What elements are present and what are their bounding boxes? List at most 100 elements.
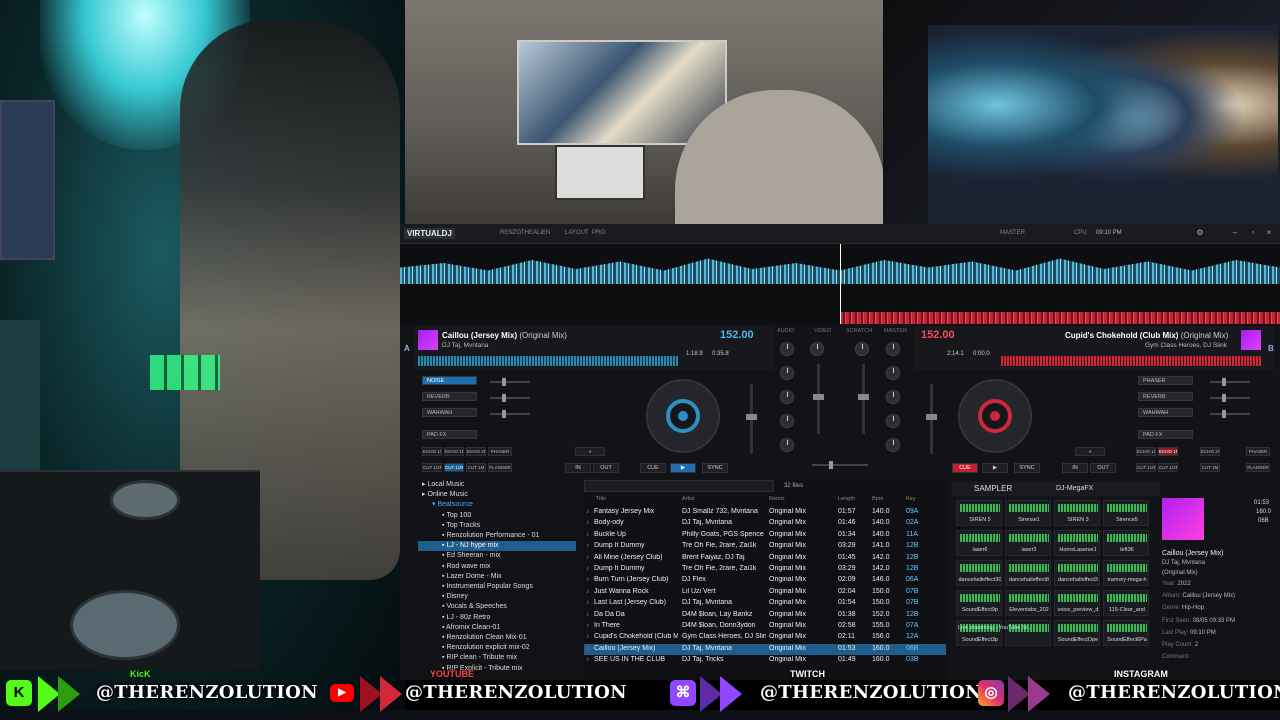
tree-item[interactable]: ▾ Beatsource xyxy=(418,500,576,510)
sampler-pad[interactable]: left36 xyxy=(1103,530,1149,556)
deck-a-cut-quarter[interactable]: CUT 1/4M xyxy=(422,463,442,472)
deck-a-pad-fx[interactable]: PAD FX xyxy=(422,430,477,439)
layout-select[interactable]: PRO xyxy=(592,230,605,236)
tree-item[interactable]: ▸ Online Music xyxy=(418,490,576,500)
tree-item[interactable]: ▪ Instrumental Popular Songs xyxy=(418,582,576,592)
user-name[interactable]: RENZOTHEALIEN xyxy=(500,230,550,236)
deck-a-fx-2[interactable]: REVERB xyxy=(422,392,477,401)
tree-item[interactable]: ▪ Lazer Dome - Mix xyxy=(418,572,576,582)
tree-item[interactable]: ▪ Renzolution explicit mix-02 xyxy=(418,643,576,653)
sampler-pad[interactable]: voice_preview_d xyxy=(1054,590,1100,616)
deck-a-phaser[interactable]: PHASER xyxy=(488,447,512,456)
deck-a-cut-1m[interactable]: CUT 1M xyxy=(466,463,486,472)
deck-b-flanger[interactable]: FLANGER xyxy=(1246,463,1270,472)
deck-a-mid-knob[interactable] xyxy=(780,390,794,404)
settings-gear-icon[interactable]: ⚙ xyxy=(1195,228,1205,238)
table-row[interactable]: ♪ Dump It Dummy Tre Oh Fie, 2rare, Zai1k Or… xyxy=(584,564,946,575)
deck-b-cut-quarter[interactable]: CUT 1/4M xyxy=(1136,463,1156,472)
deck-a-sync-button[interactable]: SYNC xyxy=(702,463,728,473)
sampler-pad[interactable]: SIREN 5 xyxy=(956,500,1002,526)
deck-a-fx-1[interactable]: NOISE xyxy=(422,376,477,385)
table-row[interactable]: ♪ All Mine (Jersey Club) Brent Faiyaz, DJ … xyxy=(584,553,946,564)
table-row[interactable]: ♪ Dump It Dummy Tre Oh Fie, 2rare, Zai1k Or… xyxy=(584,541,946,552)
main-waveform[interactable] xyxy=(400,244,1280,324)
deck-a-fx-1-slider[interactable] xyxy=(490,378,530,386)
deck-a-jogwheel[interactable] xyxy=(646,379,720,453)
sampler-pad[interactable]: HornsLaserse1 xyxy=(1054,530,1100,556)
deck-a-play-button[interactable]: ▶ xyxy=(670,463,696,473)
tree-item[interactable]: ▪ LJ - NJ hype mix xyxy=(418,541,576,552)
deck-b-cut-half[interactable]: CUT 1/2M xyxy=(1158,463,1178,472)
sampler-pad[interactable]: Sirence5 xyxy=(1103,500,1149,526)
tree-item[interactable]: ▪ LJ - 80z Retro xyxy=(418,613,576,623)
deck-b-fx-3[interactable]: WAHWAH xyxy=(1138,408,1193,417)
sampler-pad[interactable]: Sirense1 xyxy=(1005,500,1051,526)
deck-a-filter-knob[interactable] xyxy=(780,438,794,452)
master-knob-a[interactable] xyxy=(810,342,824,356)
deck-a-low-knob[interactable] xyxy=(780,414,794,428)
deck-b-fx-1[interactable]: PHASER xyxy=(1138,376,1193,385)
tab-video[interactable]: VIDEO xyxy=(814,328,831,334)
deck-b-phaser[interactable]: PHASER xyxy=(1246,447,1270,456)
sampler-pad[interactable]: SoundEffectOpe xyxy=(1054,620,1100,646)
tree-item[interactable]: ▪ Top Tracks xyxy=(418,521,576,531)
deck-a-pitch-fader[interactable] xyxy=(746,384,757,454)
deck-b-loop-out[interactable]: OUT xyxy=(1090,463,1116,473)
sampler-pad[interactable]: SIREN 3 xyxy=(1054,500,1100,526)
sampler-pad[interactable]: laser6 xyxy=(956,530,1002,556)
deck-b-echo-1m[interactable]: ECHO 1M xyxy=(1158,447,1178,456)
deck-a-cue-button[interactable]: CUE xyxy=(640,463,666,473)
sampler-pad[interactable]: SoundEffect9p xyxy=(956,590,1002,616)
deck-a-volume-fader[interactable] xyxy=(813,364,824,434)
sampler-pad[interactable]: laser3 xyxy=(1005,530,1051,556)
deck-a-loop-out[interactable]: OUT xyxy=(593,463,619,473)
table-row[interactable]: ♪ Caillou (Jersey Mix) DJ Taj, Mvntana Orig… xyxy=(584,643,946,656)
close-icon[interactable]: × xyxy=(1264,228,1274,238)
table-row[interactable]: ♪ Da Da Da D4M $loan, Lay Bankz Original Mi… xyxy=(584,610,946,621)
tab-scratch[interactable]: SCRATCH xyxy=(846,328,872,334)
tab-audio[interactable]: AUDIO xyxy=(777,328,794,334)
deck-b-loop-size[interactable]: 4 xyxy=(1075,447,1105,456)
col-title[interactable]: Title xyxy=(596,496,606,502)
deck-a-echo-1m[interactable]: ECHO 1M xyxy=(444,447,464,456)
table-row[interactable]: ♪ Just Wanna Rock Lil Uzi Vert Original Mix… xyxy=(584,587,946,598)
deck-b-sync-button[interactable]: SYNC xyxy=(1014,463,1040,473)
deck-b-filter-knob[interactable] xyxy=(886,438,900,452)
tab-master[interactable]: MASTER xyxy=(884,328,907,334)
sampler-pad[interactable]: 115-Clear_and xyxy=(1103,590,1149,616)
search-input[interactable] xyxy=(584,480,774,492)
col-key[interactable]: Key xyxy=(906,496,915,502)
deck-b-jogwheel[interactable] xyxy=(958,379,1032,453)
deck-a-loop-in[interactable]: IN xyxy=(565,463,591,473)
table-row[interactable]: ♪ Last Last (Jersey Club) DJ Taj, Mvntana O… xyxy=(584,598,946,609)
deck-a-overview[interactable] xyxy=(418,356,678,366)
table-row[interactable]: ♪ Fantasy Jersey Mix DJ Smallz 732, Mvntan… xyxy=(584,507,946,518)
table-row[interactable]: ♪ SEE US IN THE CLUB DJ Taj, Tricks Origina… xyxy=(584,655,946,666)
deck-a-echo-2m[interactable]: ECHO 2M xyxy=(466,447,486,456)
deck-b-pitch-fader[interactable] xyxy=(926,384,937,454)
deck-a-loop-size[interactable]: 4 xyxy=(575,447,605,456)
deck-b-cut-1m[interactable]: CUT 1M xyxy=(1200,463,1220,472)
tree-item[interactable]: ▪ Rod wave mix xyxy=(418,562,576,572)
deck-b-echo-half[interactable]: ECHO 1/2M xyxy=(1136,447,1156,456)
deck-b-overview[interactable] xyxy=(1001,356,1261,366)
tree-item[interactable]: ▪ Vocals & Speeches xyxy=(418,602,576,612)
col-length[interactable]: Length xyxy=(838,496,855,502)
sampler-pad[interactable]: tramory-mega-h xyxy=(1103,560,1149,586)
tree-item[interactable]: ▪ Afromix Clean-01 xyxy=(418,623,576,633)
deck-a-gain-knob[interactable] xyxy=(780,342,794,356)
deck-a-fx-2-slider[interactable] xyxy=(490,394,530,402)
deck-b-fx-1-slider[interactable] xyxy=(1210,378,1250,386)
col-bpm[interactable]: Bpm xyxy=(872,496,883,502)
table-row[interactable]: ♪ Buckle Up Philly Goats, PGS Spence Origin… xyxy=(584,530,946,541)
table-row[interactable]: ♪ Cupid's Chokehold (Club Mix) Gym Class H… xyxy=(584,632,946,643)
deck-b-loop-in[interactable]: IN xyxy=(1062,463,1088,473)
deck-b-gain-knob[interactable] xyxy=(886,342,900,356)
deck-b-echo-2m[interactable]: ECHO 2M xyxy=(1200,447,1220,456)
sampler-pad[interactable] xyxy=(1005,620,1051,646)
tree-item[interactable]: ▸ Local Music xyxy=(418,480,576,490)
deck-a-cut-half[interactable]: CUT 1/2M xyxy=(444,463,464,472)
table-row[interactable]: ♪ In There D4M $loan, Donn3ydon Original Mi… xyxy=(584,621,946,632)
deck-a-fx-3-slider[interactable] xyxy=(490,410,530,418)
deck-b-high-knob[interactable] xyxy=(886,366,900,380)
